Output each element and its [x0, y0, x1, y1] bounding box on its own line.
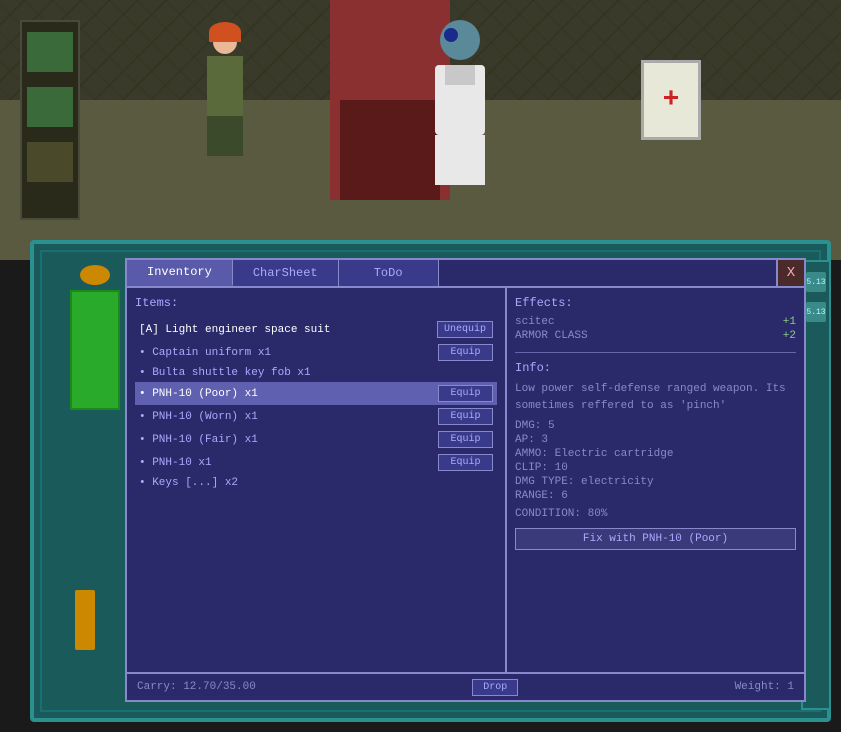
- shelf: [20, 20, 80, 220]
- game-background: +: [0, 0, 841, 260]
- inventory-item[interactable]: [A] Light engineer space suit Unequip: [135, 318, 497, 341]
- tab-todo-label: ToDo: [374, 266, 403, 280]
- inventory-item-selected[interactable]: • PNH-10 (Poor) x1 Equip: [135, 382, 497, 405]
- effects-title: Effects:: [515, 296, 796, 310]
- tab-todo[interactable]: ToDo: [339, 260, 439, 286]
- robot-visor: [444, 28, 458, 42]
- drop-button[interactable]: Drop: [472, 679, 518, 696]
- robot-body: [435, 65, 485, 135]
- item-text-5: • PNH-10 (Fair) x1: [139, 434, 438, 446]
- bottom-bar: Carry: 12.70/35.00 Drop Weight: 1: [127, 672, 804, 700]
- char-hair: [209, 22, 241, 42]
- weight-text: Weight: 1: [735, 681, 794, 693]
- item-text-6: • PNH-10 x1: [139, 457, 438, 469]
- inventory-item[interactable]: • PNH-10 (Worn) x1 Equip: [135, 405, 497, 428]
- condition-text: CONDITION: 80%: [515, 508, 796, 520]
- tab-bar: Inventory CharSheet ToDo X: [127, 260, 804, 288]
- carry-text: Carry: 12.70/35.00: [137, 681, 256, 693]
- char-torso: [207, 56, 243, 116]
- side-green-component: [70, 290, 120, 410]
- side-component-bottom: [75, 590, 95, 650]
- stat-clip: CLIP: 10: [515, 462, 796, 474]
- effects-section: Effects: scitec +1 ARMOR CLASS +2: [515, 296, 796, 353]
- close-icon: X: [787, 265, 795, 281]
- stat-range: RANGE: 6: [515, 490, 796, 502]
- char-legs: [207, 116, 243, 156]
- tab-inventory[interactable]: Inventory: [127, 260, 233, 286]
- equip-button-1[interactable]: Equip: [438, 344, 493, 361]
- inventory-item[interactable]: • Bulta shuttle key fob x1: [135, 364, 497, 382]
- inventory-item[interactable]: • PNH-10 (Fair) x1 Equip: [135, 428, 497, 451]
- equip-button-5[interactable]: Equip: [438, 431, 493, 448]
- item-text-2: • Bulta shuttle key fob x1: [139, 367, 493, 379]
- character-female: [200, 30, 260, 190]
- tab-charsheet-label: CharSheet: [253, 266, 318, 280]
- stat-dmgtype: DMG TYPE: electricity: [515, 476, 796, 488]
- effect-value-1: +2: [783, 330, 796, 342]
- right-component-2: 5.13: [806, 302, 826, 322]
- char-head: [213, 30, 237, 54]
- equip-button-6[interactable]: Equip: [438, 454, 493, 471]
- unequip-button-0[interactable]: Unequip: [437, 321, 493, 338]
- effect-label-1: ARMOR CLASS: [515, 330, 588, 342]
- stat-ap: AP: 3: [515, 434, 796, 446]
- robot-legs: [435, 135, 485, 185]
- items-title: Items:: [135, 296, 497, 310]
- info-title: Info:: [515, 361, 796, 375]
- med-cabinet: +: [641, 60, 701, 140]
- robot-detail: [445, 65, 475, 85]
- equip-button-3[interactable]: Equip: [438, 385, 493, 402]
- med-cross-icon: +: [663, 85, 680, 116]
- right-info-panel: Effects: scitec +1 ARMOR CLASS +2 Info: …: [507, 288, 804, 672]
- inventory-item[interactable]: • Keys [...] x2: [135, 474, 497, 492]
- side-component-top: [80, 265, 110, 285]
- inventory-item[interactable]: • Captain uniform x1 Equip: [135, 341, 497, 364]
- fix-button[interactable]: Fix with PNH-10 (Poor): [515, 528, 796, 550]
- robot-head: [440, 20, 480, 60]
- dialog-window: Inventory CharSheet ToDo X Items: [A] Li…: [125, 258, 806, 702]
- item-text-0: [A] Light engineer space suit: [139, 324, 437, 336]
- character-robot: [420, 20, 500, 200]
- item-text-3: • PNH-10 (Poor) x1: [139, 388, 438, 400]
- item-text-4: • PNH-10 (Worn) x1: [139, 411, 438, 423]
- inventory-item[interactable]: • PNH-10 x1 Equip: [135, 451, 497, 474]
- effect-row-0: scitec +1: [515, 316, 796, 328]
- stat-ammo: AMMO: Electric cartridge: [515, 448, 796, 460]
- right-component-1: 5.13: [806, 272, 826, 292]
- stat-dmg: DMG: 5: [515, 420, 796, 432]
- tab-inventory-label: Inventory: [147, 265, 212, 279]
- inventory-panel: Items: [A] Light engineer space suit Une…: [127, 288, 507, 672]
- close-button[interactable]: X: [776, 260, 804, 286]
- effect-value-0: +1: [783, 316, 796, 328]
- tab-charsheet[interactable]: CharSheet: [233, 260, 339, 286]
- equip-button-4[interactable]: Equip: [438, 408, 493, 425]
- info-description: Low power self-defense ranged weapon. It…: [515, 381, 796, 414]
- effect-label-0: scitec: [515, 316, 555, 328]
- dialog-content: Items: [A] Light engineer space suit Une…: [127, 288, 804, 672]
- info-section: Info: Low power self-defense ranged weap…: [515, 361, 796, 664]
- item-text-1: • Captain uniform x1: [139, 347, 438, 359]
- effect-row-1: ARMOR CLASS +2: [515, 330, 796, 342]
- item-text-7: • Keys [...] x2: [139, 477, 493, 489]
